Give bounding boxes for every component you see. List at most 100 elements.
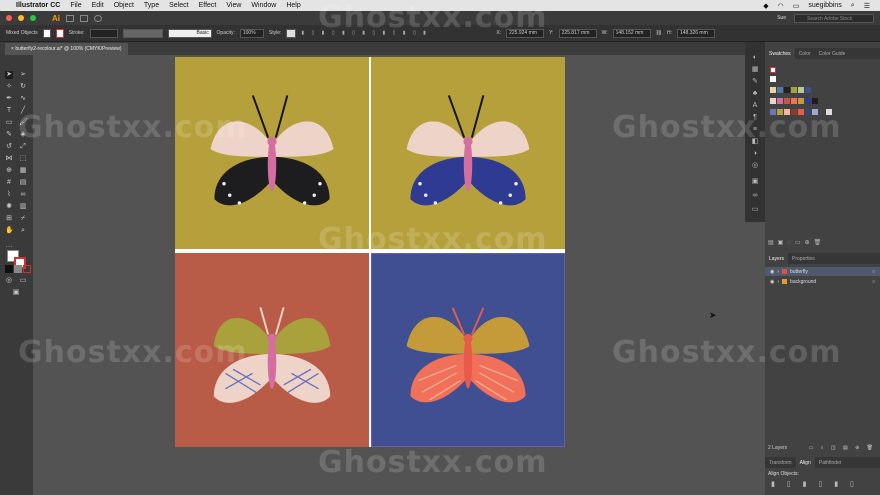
butterfly-blue[interactable]	[371, 57, 565, 249]
dropbox-icon[interactable]: ◆	[763, 2, 768, 10]
free-transform-tool-icon[interactable]: ⬚	[19, 155, 27, 163]
color-panel-icon[interactable]: ◐	[751, 54, 759, 61]
artboards-panel-icon[interactable]: ▭	[751, 206, 759, 213]
stroke-color-swatch[interactable]	[55, 28, 64, 38]
symbol-sprayer-tool-icon[interactable]: ✺	[5, 203, 13, 211]
menu-file[interactable]: File	[70, 2, 81, 9]
stroke-weight-input[interactable]	[89, 28, 118, 38]
shape-builder-tool-icon[interactable]: ⊕	[5, 167, 13, 175]
column-graph-tool-icon[interactable]: ▥	[19, 203, 27, 211]
color-mode-icon[interactable]	[5, 265, 13, 273]
battery-icon[interactable]: ▭	[793, 2, 800, 10]
expand-layer-icon[interactable]: ›	[777, 279, 779, 285]
document-tab[interactable]: × butterfly2-recolour.ai* @ 100% (CMYK/P…	[5, 43, 128, 55]
magic-wand-tool-icon[interactable]: ✧	[5, 83, 13, 91]
swatch-cream[interactable]	[770, 87, 776, 93]
swatch-coral[interactable]	[791, 98, 797, 104]
y-position-input[interactable]: 225.817 mm	[558, 28, 597, 38]
width-input[interactable]: 148.152 mm	[612, 28, 651, 38]
layer-actions-icons[interactable]: ▭ ⌕ ◫ ▤ ⊕ 🗑	[809, 445, 876, 451]
edit-toolbar-icon[interactable]: …	[5, 242, 13, 250]
menu-view[interactable]: View	[226, 2, 241, 9]
new-color-group-icon[interactable]: ▭	[795, 240, 805, 246]
new-swatch-icon[interactable]: ⊕	[805, 240, 814, 246]
arrange-documents-icon[interactable]	[80, 14, 88, 22]
swatch-terracotta[interactable]	[784, 98, 790, 104]
constrain-proportions-icon[interactable]: ⛓	[656, 30, 662, 36]
delete-swatch-icon[interactable]: 🗑	[814, 240, 826, 246]
menu-list-icon[interactable]: ☰	[864, 2, 870, 10]
tab-color[interactable]: Color	[795, 48, 815, 59]
swatch-libraries-icon[interactable]: ▤	[768, 240, 778, 246]
swatch-ink[interactable]	[812, 98, 818, 104]
minimize-window-icon[interactable]	[18, 15, 24, 21]
bridge-icon[interactable]	[66, 14, 74, 22]
swatch-royal[interactable]	[805, 98, 811, 104]
tab-align[interactable]: Align	[795, 457, 815, 468]
links-icon[interactable]: ∞	[751, 192, 759, 199]
visibility-eye-icon[interactable]: ◉	[770, 279, 774, 285]
swatch-pink[interactable]	[777, 98, 783, 104]
menu-type[interactable]: Type	[144, 2, 159, 9]
swatch-navy[interactable]	[805, 87, 811, 93]
blend-tool-icon[interactable]: ∞	[19, 191, 27, 199]
spotlight-icon[interactable]: ⌕	[851, 2, 855, 10]
swatch-options-icon[interactable]: ◌	[787, 240, 795, 246]
gpu-performance-icon[interactable]	[94, 14, 102, 22]
width-tool-icon[interactable]: ⋈	[5, 155, 13, 163]
lasso-tool-icon[interactable]: ↻	[19, 83, 27, 91]
swatch-none[interactable]	[770, 67, 776, 73]
layer-row-butterfly[interactable]: ◉ › butterfly ○	[765, 267, 880, 276]
swatch-olive[interactable]	[791, 87, 797, 93]
graphic-styles-icon[interactable]: ▣	[751, 178, 759, 185]
workspace-switcher[interactable]: Sue	[777, 15, 786, 21]
menu-select[interactable]: Select	[169, 2, 188, 9]
rotate-tool-icon[interactable]: ↺	[5, 143, 13, 151]
quadrant-gold-blue[interactable]	[371, 57, 565, 249]
stock-search-input[interactable]: Search Adobe Stock	[794, 13, 874, 23]
zoom-tool-icon[interactable]: ⌕	[19, 227, 27, 235]
visibility-eye-icon[interactable]: ◉	[770, 269, 774, 275]
perspective-grid-tool-icon[interactable]: ▦	[19, 167, 27, 175]
swatch-mustard[interactable]	[798, 98, 804, 104]
artboard-tool-icon[interactable]: ⊞	[5, 215, 13, 223]
layer-name[interactable]: butterfly	[790, 269, 808, 275]
tab-transform[interactable]: Transform	[765, 457, 796, 468]
type-tool-icon[interactable]: T	[5, 107, 13, 115]
quadrant-gold-black[interactable]	[175, 57, 369, 249]
gradient-tool-icon[interactable]: ▤	[19, 179, 27, 187]
tab-pathfinder[interactable]: Pathfinder	[815, 457, 846, 468]
menu-edit[interactable]: Edit	[92, 2, 104, 9]
fill-color-swatch[interactable]	[42, 28, 51, 38]
pen-tool-icon[interactable]: ✒	[5, 95, 13, 103]
user-name[interactable]: suegibbins	[808, 2, 841, 9]
curvature-tool-icon[interactable]: ∿	[19, 95, 27, 103]
draw-mode-icon[interactable]: ◎	[5, 277, 13, 285]
swatch-black[interactable]	[784, 87, 790, 93]
quadrant-navy-selected[interactable]	[371, 253, 565, 447]
tab-layers[interactable]: Layers	[765, 253, 789, 264]
hand-tool-icon[interactable]: ✋	[5, 227, 14, 235]
direct-selection-tool-icon[interactable]: ➢	[19, 71, 27, 79]
selection-tool-icon[interactable]: ➤	[5, 71, 13, 79]
gradient-mode-icon[interactable]	[14, 265, 22, 273]
layer-name[interactable]: background	[790, 279, 816, 285]
zoom-window-icon[interactable]	[30, 15, 36, 21]
menu-help[interactable]: Help	[286, 2, 300, 9]
butterfly-coral[interactable]	[372, 254, 564, 446]
height-input[interactable]: 148.326 mm	[676, 28, 715, 38]
brush-definition-select[interactable]: Basic	[167, 28, 212, 38]
swatch-white[interactable]	[770, 76, 776, 82]
menu-effect[interactable]: Effect	[199, 2, 217, 9]
none-mode-icon[interactable]	[23, 265, 31, 273]
character-icon[interactable]: A	[751, 102, 759, 109]
close-tab-icon[interactable]: ×	[11, 46, 14, 52]
layer-target-icon[interactable]: ○	[872, 269, 875, 275]
expand-layer-icon[interactable]: ›	[777, 269, 779, 275]
align-objects-buttons[interactable]: ▮ ▯ ▮ ▯ ▮ ▯	[771, 480, 859, 488]
tab-color-guide[interactable]: Color Guide	[815, 48, 850, 59]
variable-width-profile[interactable]	[122, 28, 163, 38]
close-window-icon[interactable]	[6, 15, 12, 21]
shaper-tool-icon[interactable]: ✎	[5, 131, 13, 139]
slice-tool-icon[interactable]: ⌿	[19, 215, 27, 223]
